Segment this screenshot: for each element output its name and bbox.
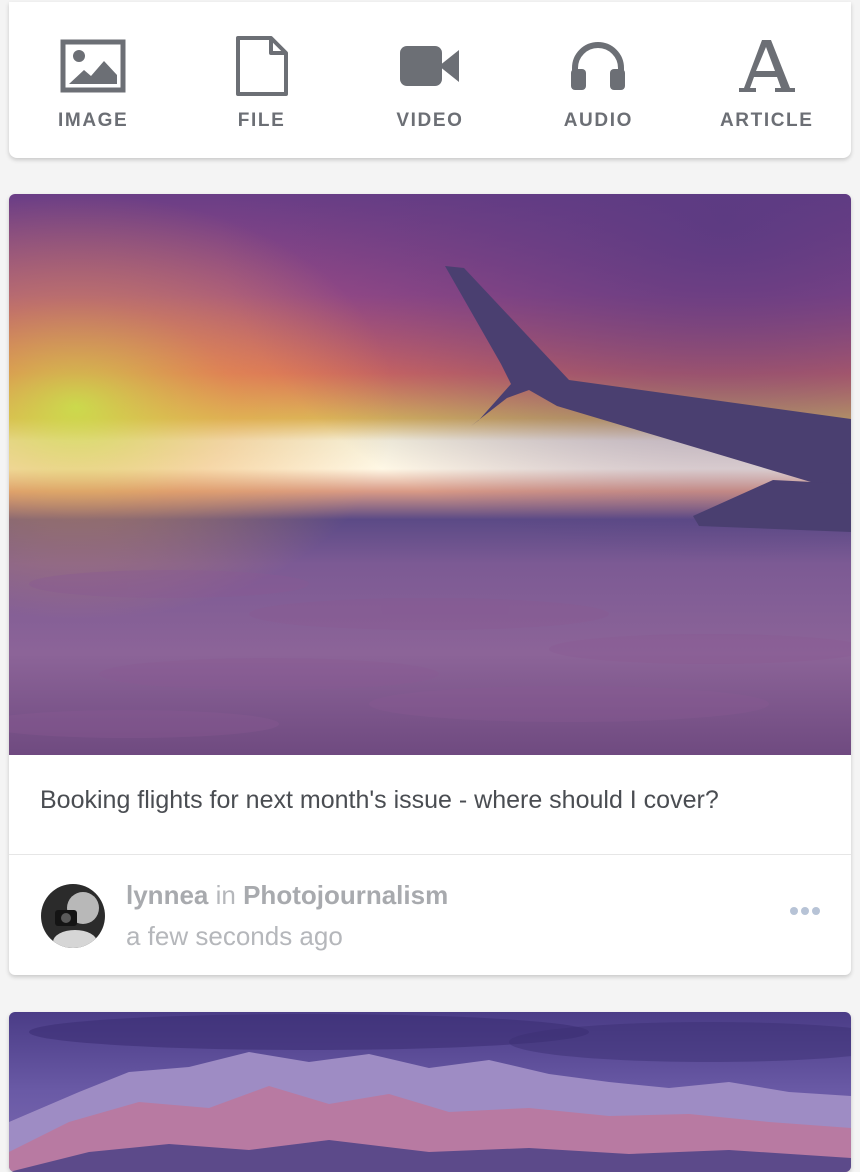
audio-post-label: AUDIO	[563, 110, 633, 131]
image-post-label: IMAGE	[58, 110, 129, 131]
avatar-photo	[41, 884, 105, 948]
in-word: in	[215, 880, 236, 910]
post-card: Booking flights for next month's issue -…	[9, 194, 851, 975]
video-post-button[interactable]: VIDEO	[355, 2, 505, 158]
post-caption: Booking flights for next month's issue -…	[40, 786, 719, 814]
article-post-label: ARTICLE	[719, 110, 814, 131]
author-link[interactable]: lynnea	[126, 880, 208, 910]
purple-mountains-photo[interactable]	[9, 1012, 851, 1172]
ellipsis-icon[interactable]	[789, 906, 821, 916]
headphones-icon	[571, 42, 626, 90]
airplane-wing-sunset-photo[interactable]	[9, 194, 851, 755]
file-icon	[235, 36, 288, 96]
group-link[interactable]: Photojournalism	[243, 880, 448, 910]
image-icon	[60, 39, 126, 93]
avatar[interactable]	[41, 884, 105, 948]
post-attribution: lynnea in Photojournalism	[126, 880, 448, 911]
post-composer-toolbar: IMAGE FILE VIDEO AUDIO ARTICLE	[9, 2, 851, 158]
video-camera-icon	[399, 46, 459, 86]
image-post-button[interactable]: IMAGE	[18, 2, 168, 158]
article-letter-a-icon	[738, 40, 795, 92]
article-post-button[interactable]: ARTICLE	[692, 2, 842, 158]
video-post-label: VIDEO	[396, 110, 464, 131]
file-post-label: FILE	[237, 110, 286, 131]
file-post-button[interactable]: FILE	[187, 2, 337, 158]
post-divider	[9, 854, 851, 855]
post-timestamp: a few seconds ago	[126, 921, 343, 951]
audio-post-button[interactable]: AUDIO	[523, 2, 673, 158]
post-card	[9, 1012, 851, 1172]
